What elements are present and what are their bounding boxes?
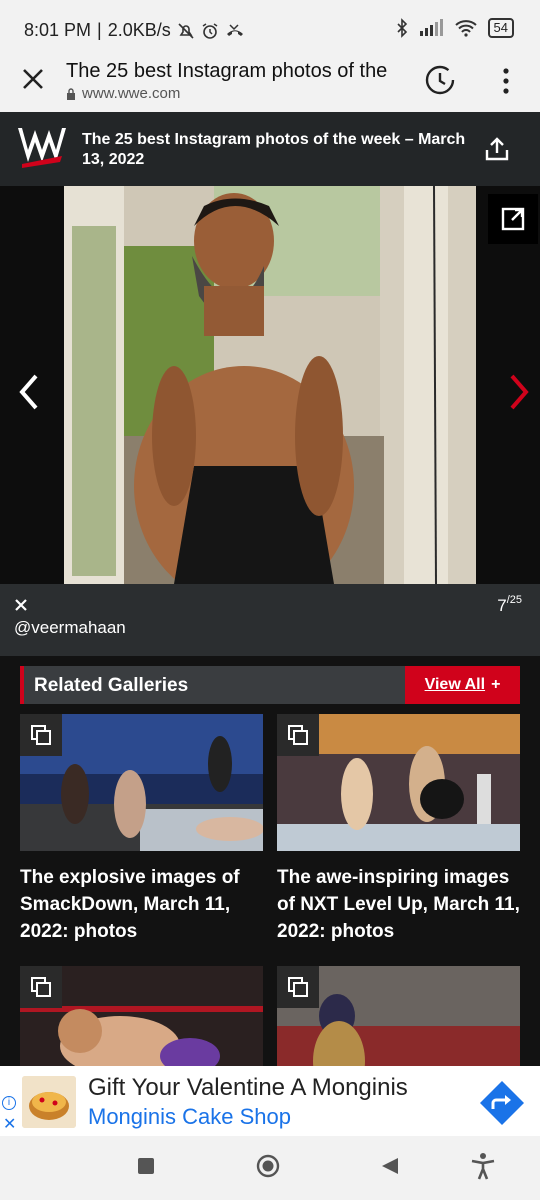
current-index: 7 — [497, 596, 507, 615]
url-text: www.wwe.com — [82, 85, 181, 102]
bluetooth-icon — [396, 18, 407, 38]
gallery-badge-icon — [31, 725, 51, 745]
gallery-card-title[interactable]: The explosive images of SmackDown, March… — [20, 864, 263, 945]
gallery-card[interactable] — [20, 966, 263, 1066]
share-icon[interactable] — [484, 136, 510, 162]
expand-icon — [501, 207, 525, 231]
signal-icon — [419, 19, 443, 36]
ad-close-icon[interactable]: ✕ — [3, 1114, 16, 1134]
chevron-left-icon[interactable] — [14, 372, 44, 412]
related-heading: Related Galleries — [34, 675, 189, 696]
lock-icon — [67, 87, 75, 100]
home-icon[interactable] — [256, 1154, 280, 1178]
recents-icon[interactable] — [138, 1158, 154, 1174]
total-count: 25 — [509, 594, 522, 606]
status-bar: 8:01 PM | 2.0KB/s 54 — [0, 0, 540, 60]
gallery-card[interactable]: The awe-inspiring images of NXT Level Up… — [277, 714, 520, 954]
gallery-card[interactable]: The explosive images of SmackDown, March… — [20, 714, 263, 954]
view-all-plus: + — [491, 676, 501, 693]
gallery-photo — [64, 186, 476, 584]
battery-icon: 54 — [487, 18, 514, 38]
view-all-link[interactable]: View All + — [405, 666, 520, 704]
gallery-title: The 25 best Instagram photos of the week… — [82, 131, 466, 168]
gallery-badge-icon — [288, 725, 308, 745]
gallery-card[interactable] — [277, 966, 520, 1066]
photo-caption: @veermahaan 7/25 — [0, 584, 540, 656]
status-speed: 2.0KB/s — [107, 20, 171, 40]
ad-info-icon[interactable]: i — [2, 1096, 16, 1110]
status-separator: | — [97, 20, 102, 40]
photo-handle: @veermahaan — [14, 618, 126, 637]
chevron-right-icon[interactable] — [504, 372, 534, 412]
accessibility-icon[interactable] — [470, 1152, 496, 1180]
gallery-badge — [20, 714, 62, 756]
history-icon[interactable] — [424, 64, 456, 96]
ad-image — [22, 1076, 76, 1128]
heading-accent — [20, 666, 24, 704]
ad-banner[interactable]: i ✕ Gift Your Valentine A Monginis Mongi… — [0, 1066, 540, 1136]
wifi-icon — [454, 20, 477, 37]
ad-directions-icon[interactable] — [478, 1079, 526, 1127]
alarm-icon — [202, 22, 218, 39]
site-header: The 25 best Instagram photos of the week… — [0, 112, 540, 186]
close-caption-icon[interactable] — [14, 598, 28, 612]
back-icon[interactable] — [380, 1156, 400, 1176]
browser-toolbar: The 25 best Instagram photos of the www.… — [0, 60, 540, 112]
gallery-badge — [277, 714, 319, 756]
ad-advertiser[interactable]: Monginis Cake Shop — [88, 1104, 291, 1130]
fullscreen-button[interactable] — [488, 194, 538, 244]
gallery-badge — [277, 966, 319, 1008]
gallery-badge — [20, 966, 62, 1008]
related-galleries: Related Galleries View All + The explosi… — [0, 656, 540, 1066]
wwe-logo[interactable] — [16, 124, 68, 172]
mute-icon — [178, 22, 194, 39]
overflow-menu-icon[interactable] — [500, 68, 512, 94]
browser-url[interactable]: www.wwe.com — [66, 85, 180, 102]
system-nav-bar — [0, 1136, 540, 1200]
gallery-badge-icon — [288, 977, 308, 997]
photo-gallery — [0, 186, 540, 584]
photo-counter: 7/25 — [497, 594, 522, 615]
ad-headline[interactable]: Gift Your Valentine A Monginis — [88, 1074, 408, 1102]
status-time: 8:01 PM — [24, 20, 92, 40]
browser-page-title: The 25 best Instagram photos of the — [66, 60, 388, 82]
view-all-label: View All — [424, 676, 486, 693]
gallery-badge-icon — [31, 977, 51, 997]
gallery-card-title[interactable]: The awe-inspiring images of NXT Level Up… — [277, 864, 520, 945]
missed-call-icon — [226, 23, 243, 36]
close-icon[interactable] — [20, 66, 46, 92]
